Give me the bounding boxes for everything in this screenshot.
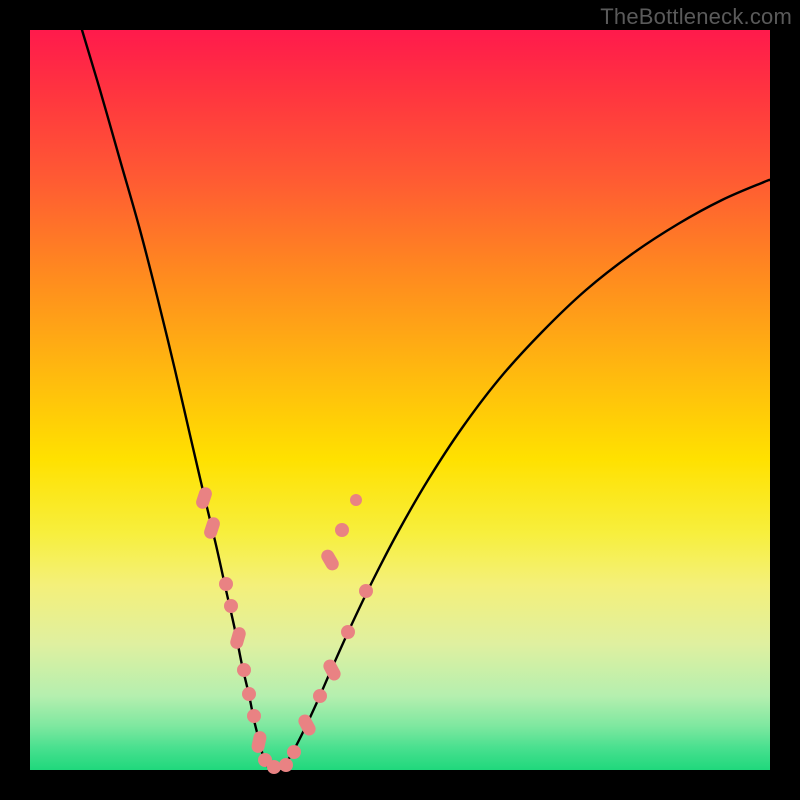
marker-pill <box>202 516 221 541</box>
marker-dot <box>224 599 238 613</box>
marker-pill <box>319 547 341 573</box>
marker-dot <box>341 625 355 639</box>
marker-dot <box>287 745 301 759</box>
curve-layer <box>30 30 770 770</box>
marker-pill <box>321 657 343 683</box>
marker-dot <box>267 760 281 774</box>
marker-pill <box>296 712 318 738</box>
chart-frame: TheBottleneck.com <box>0 0 800 800</box>
marker-pill <box>229 626 248 651</box>
plot-area <box>30 30 770 770</box>
curve-right <box>282 180 770 768</box>
marker-dot <box>242 687 256 701</box>
marker-group <box>194 486 373 774</box>
marker-dot <box>359 584 373 598</box>
marker-dot <box>237 663 251 677</box>
marker-dot <box>219 577 233 591</box>
marker-dot <box>313 689 327 703</box>
marker-dot <box>350 494 362 506</box>
marker-dot <box>247 709 261 723</box>
marker-dot <box>279 758 293 772</box>
curve-left <box>82 30 269 768</box>
marker-pill <box>194 486 213 511</box>
watermark-text: TheBottleneck.com <box>600 4 792 30</box>
marker-dot <box>335 523 349 537</box>
curve-group <box>82 30 770 768</box>
marker-pill <box>250 730 267 754</box>
